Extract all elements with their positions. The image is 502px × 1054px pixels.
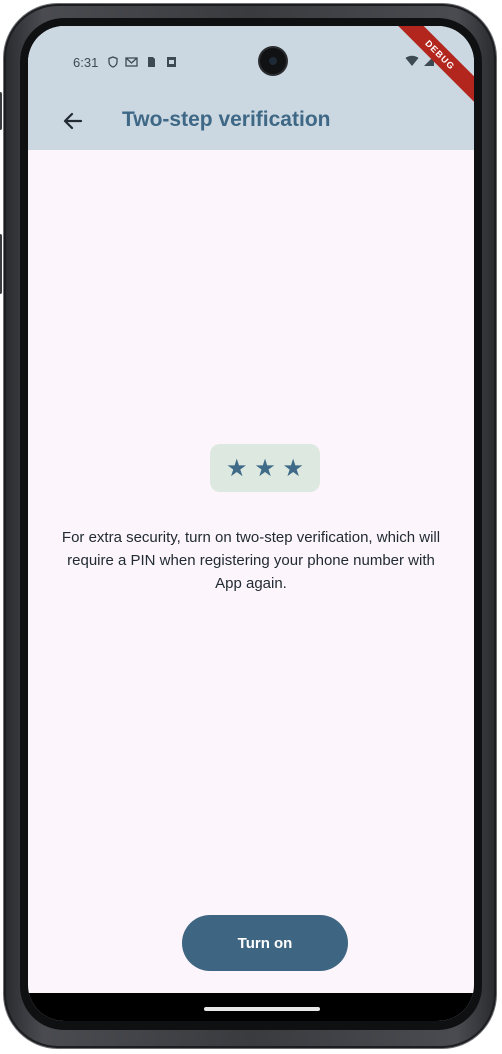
front-camera <box>260 48 286 74</box>
app-bar: Two-step verification <box>28 96 474 150</box>
back-button[interactable] <box>58 108 88 138</box>
home-indicator[interactable] <box>204 1007 320 1011</box>
arrow-left-icon <box>63 110 83 136</box>
shield-icon <box>107 56 119 70</box>
navigation-bar <box>28 993 474 1021</box>
top-bar: 6:31 DEBUG Two-step verification <box>28 26 474 150</box>
stars-glyph: ★ ★ ★ <box>226 454 304 482</box>
three-stars-icon: ★ ★ ★ <box>210 444 320 492</box>
volume-button <box>0 234 2 294</box>
phone-frame: 6:31 DEBUG Two-step verification ★ ★ ★ F… <box>0 4 496 1048</box>
turn-on-button[interactable]: Turn on <box>182 915 348 971</box>
screen: 6:31 DEBUG Two-step verification ★ ★ ★ F… <box>28 26 474 1021</box>
gmail-icon <box>125 56 138 70</box>
status-time: 6:31 <box>73 55 99 70</box>
power-button <box>0 92 2 130</box>
description-text: For extra security, turn on two-step ver… <box>61 529 441 592</box>
notification-icon <box>166 56 177 70</box>
sim-icon <box>146 56 157 70</box>
page-title: Two-step verification <box>122 108 331 131</box>
main-content: ★ ★ ★ For extra security, turn on two-st… <box>28 150 474 1021</box>
wifi-icon <box>405 55 424 70</box>
status-bar: 6:31 DEBUG <box>28 26 474 104</box>
